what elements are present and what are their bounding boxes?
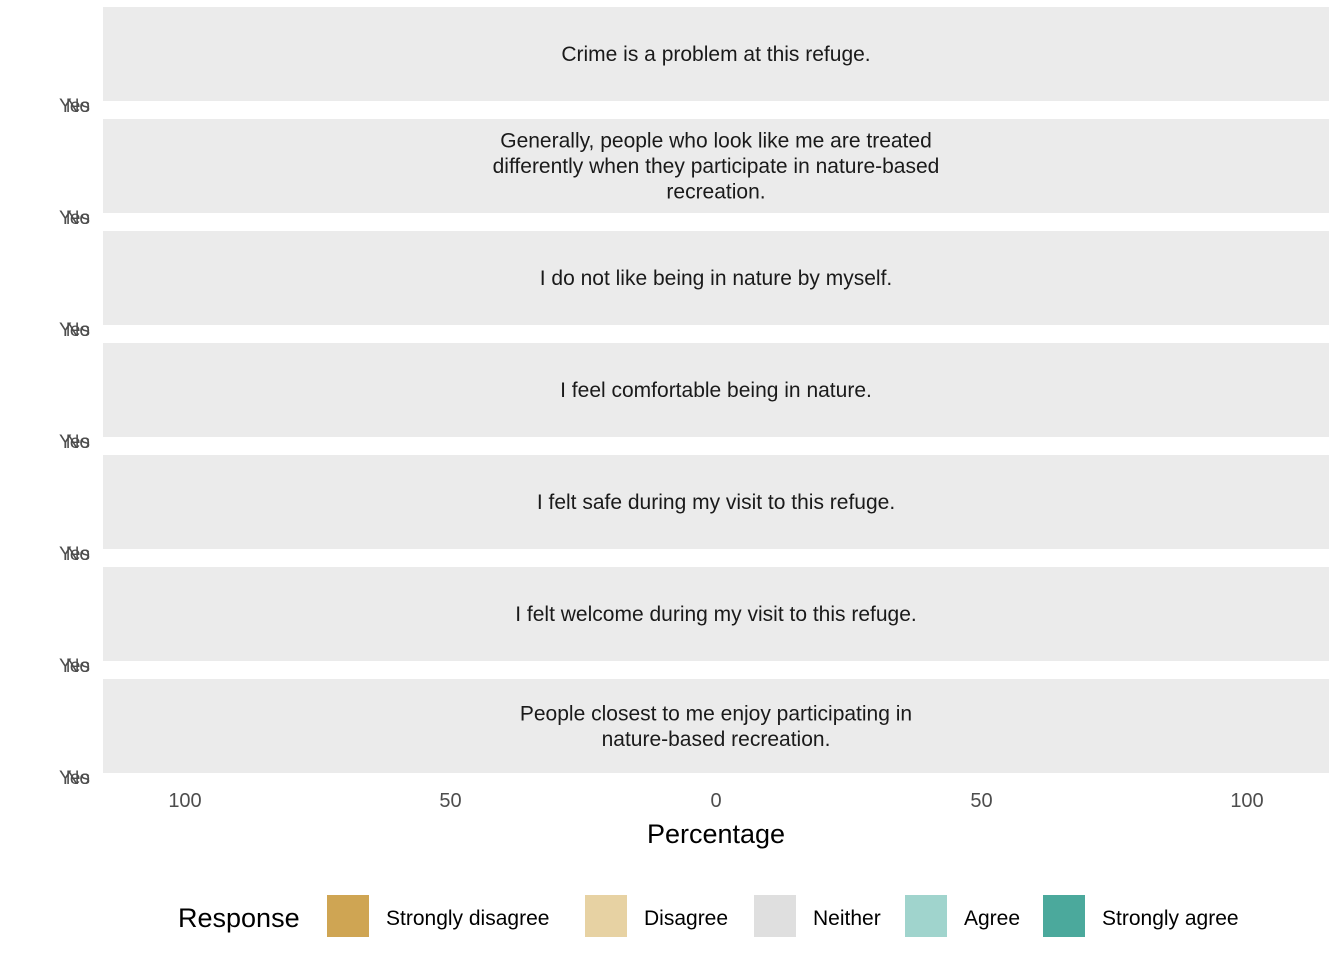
legend-label: Disagree (644, 907, 728, 930)
legend-item: Neither (754, 895, 881, 937)
x-tick-label: 50 (439, 790, 461, 812)
y-tick-label: No (66, 656, 90, 677)
x-tick-label: 100 (1230, 790, 1263, 812)
facet-strip-label: People closest to me enjoy participating… (520, 702, 912, 725)
facet-strip-label: nature-based recreation. (602, 728, 831, 751)
facet-strip-label: I feel comfortable being in nature. (560, 379, 872, 402)
legend-key (905, 895, 947, 937)
facet-panel: Generally, people who look like me are t… (59, 119, 1329, 229)
legend-key (585, 895, 627, 937)
y-tick-label: No (66, 208, 90, 229)
x-tick-label: 50 (970, 790, 992, 812)
x-axis: 100 50 0 50 100 (168, 790, 1263, 812)
facet-panel: I felt welcome during my visit to this r… (59, 567, 1329, 677)
y-tick-label: No (66, 544, 90, 565)
legend-key (327, 895, 369, 937)
facet-panel: I feel comfortable being in nature.YesNo (59, 343, 1329, 453)
facet-panel: People closest to me enjoy participating… (59, 679, 1329, 789)
legend-item: Strongly agree (1043, 895, 1239, 937)
legend-label: Strongly agree (1102, 907, 1239, 930)
likert-chart: Crime is a problem at this refuge.YesNo G… (59, 7, 1329, 937)
legend-key (754, 895, 796, 937)
facet-panels: Crime is a problem at this refuge.YesNo G… (59, 7, 1329, 789)
y-tick-label: No (66, 432, 90, 453)
facet-strip-label: I felt welcome during my visit to this r… (515, 603, 917, 626)
facet-strip-label: differently when they participate in nat… (493, 155, 940, 178)
legend: Response Strongly disagree Disagree Neither… (178, 895, 1239, 937)
x-tick-label: 0 (710, 790, 721, 812)
legend-item: Strongly disagree (327, 895, 549, 937)
legend-label: Agree (964, 907, 1020, 930)
legend-label: Neither (813, 907, 881, 930)
facet-panel: I felt safe during my visit to this refu… (59, 455, 1329, 565)
legend-item: Disagree (585, 895, 728, 937)
y-tick-label: No (66, 320, 90, 341)
y-tick-label: No (66, 768, 90, 789)
facet-strip-label: Generally, people who look like me are t… (500, 130, 932, 153)
legend-item: Agree (905, 895, 1020, 937)
facet-strip-label: I do not like being in nature by myself. (540, 267, 893, 290)
facet-panel: Crime is a problem at this refuge.YesNo (59, 7, 1329, 117)
facet-strip-label: recreation. (666, 181, 765, 204)
y-tick-label: No (66, 96, 90, 117)
legend-title: Response (178, 903, 300, 933)
x-axis-title: Percentage (647, 819, 785, 849)
legend-key (1043, 895, 1085, 937)
facet-strip-label: Crime is a problem at this refuge. (561, 43, 870, 66)
x-tick-label: 100 (168, 790, 201, 812)
facet-panel: I do not like being in nature by myself.… (59, 231, 1329, 341)
facet-strip (103, 679, 1329, 773)
legend-label: Strongly disagree (386, 907, 549, 930)
facet-strip-label: I felt safe during my visit to this refu… (537, 491, 895, 514)
